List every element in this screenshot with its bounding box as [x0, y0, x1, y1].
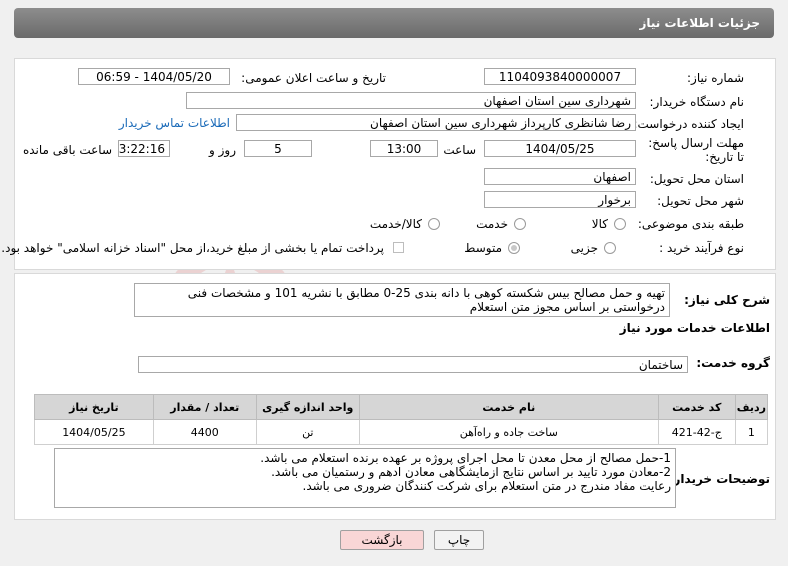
category-service-radio[interactable] [514, 218, 526, 230]
cell-service-name: ساخت جاده و راه‌آهن [358, 419, 659, 445]
remaining-time-field[interactable]: 03:22:16 [118, 140, 170, 157]
cell-need-date: 1404/05/25 [34, 419, 154, 445]
title-banner: جزئیات اطلاعات نیاز [14, 8, 774, 38]
province-field[interactable]: اصفهان [484, 168, 636, 185]
back-button[interactable]: بازگشت [340, 530, 424, 550]
days-field[interactable]: 5 [244, 140, 312, 157]
deadline-time-field[interactable]: 13:00 [370, 140, 438, 157]
treasury-payment-note: پرداخت تمام یا بخشی از مبلغ خرید،از محل … [1, 241, 384, 255]
category-goods-service-radio[interactable] [428, 218, 440, 230]
description-text[interactable]: تهیه و حمل مصالح بیس شکسته کوهی با دانه … [134, 283, 670, 317]
buyer-note-line: 1-حمل مصالح از محل معدن تا محل اجرای پرو… [260, 451, 671, 465]
treasury-payment-checkbox[interactable] [393, 242, 404, 253]
need-number-label: شماره نیاز: [687, 71, 744, 85]
page-title: جزئیات اطلاعات نیاز [639, 16, 760, 30]
buyer-notes-text[interactable]: 1-حمل مصالح از محل معدن تا محل اجرای پرو… [54, 448, 676, 508]
buyer-notes-label: توضیحات خریدار: [668, 472, 770, 486]
col-unit: واحد اندازه گیری [255, 394, 360, 420]
description-label: شرح کلی نیاز: [684, 293, 770, 307]
title-bar: جزئیات اطلاعات نیاز [0, 0, 788, 40]
buyer-note-line: 2-معادن مورد تایید بر اساس نتایج ازمایشگ… [271, 465, 671, 479]
buyer-org-label: نام دستگاه خریدار: [649, 95, 745, 109]
category-goods-service-label: کالا/خدمت [369, 217, 422, 231]
category-service-label: خدمت [476, 217, 508, 231]
col-row: ردیف [734, 394, 769, 420]
col-need-date: تاریخ نیاز [34, 394, 154, 420]
services-table: ردیف کد خدمت نام خدمت واحد اندازه گیری ت… [34, 394, 769, 445]
announce-label: تاریخ و ساعت اعلان عمومی: [241, 71, 386, 85]
deadline-time-label: ساعت [443, 143, 476, 157]
deadline-label: مهلت ارسال پاسخ: تا تاریخ: [648, 136, 744, 164]
process-medium-label: متوسط [464, 241, 502, 255]
process-label: نوع فرآیند خرید : [659, 241, 744, 255]
remaining-label: ساعت باقی مانده [22, 143, 112, 157]
print-button[interactable]: چاپ [434, 530, 484, 550]
cell-quantity: 4400 [152, 419, 257, 445]
city-label: شهر محل تحویل: [657, 194, 744, 208]
deadline-date-field[interactable]: 1404/05/25 [484, 140, 636, 157]
category-goods-radio[interactable] [614, 218, 626, 230]
cell-row: 1 [734, 419, 769, 445]
col-service-code: کد خدمت [657, 394, 736, 420]
col-service-name: نام خدمت [358, 394, 659, 420]
service-group-label: گروه خدمت: [696, 356, 770, 370]
category-label: طبقه بندی موضوعی: [637, 217, 744, 231]
service-group-field[interactable]: ساختمان [138, 356, 688, 373]
services-section-title: اطلاعات خدمات مورد نیاز [619, 321, 770, 335]
category-goods-label: کالا [591, 217, 608, 231]
cell-service-code: ج-42-421 [657, 419, 736, 445]
process-medium-radio[interactable] [508, 242, 520, 254]
creator-field[interactable]: رضا شانظری کارپرداز شهرداری سین استان اص… [236, 114, 636, 131]
main-info-panel [14, 58, 776, 270]
table-row[interactable]: 1 ج-42-421 ساخت جاده و راه‌آهن تن 4400 1… [34, 419, 769, 445]
buyer-contact-link[interactable]: اطلاعات تماس خریدار [119, 116, 230, 130]
days-label: روز و [209, 143, 236, 157]
province-label: استان محل تحویل: [649, 172, 744, 186]
need-details-page: جزئیات اطلاعات نیاز شماره نیاز: 11040938… [0, 0, 788, 566]
process-minor-radio[interactable] [604, 242, 616, 254]
creator-label: ایجاد کننده درخواست: [633, 117, 744, 131]
need-number-field[interactable]: 1104093840000007 [484, 68, 636, 85]
process-minor-label: جزیی [570, 241, 598, 255]
col-quantity: تعداد / مقدار [152, 394, 257, 420]
table-header-row: ردیف کد خدمت نام خدمت واحد اندازه گیری ت… [34, 394, 769, 420]
city-field[interactable]: برخوار [484, 191, 636, 208]
cell-unit: تن [255, 419, 360, 445]
buyer-note-line: رعایت مفاد مندرج در متن استعلام برای شرک… [302, 479, 671, 493]
buyer-org-field[interactable]: شهرداری سین استان اصفهان [186, 92, 636, 109]
announce-field[interactable]: 1404/05/20 - 06:59 [78, 68, 230, 85]
